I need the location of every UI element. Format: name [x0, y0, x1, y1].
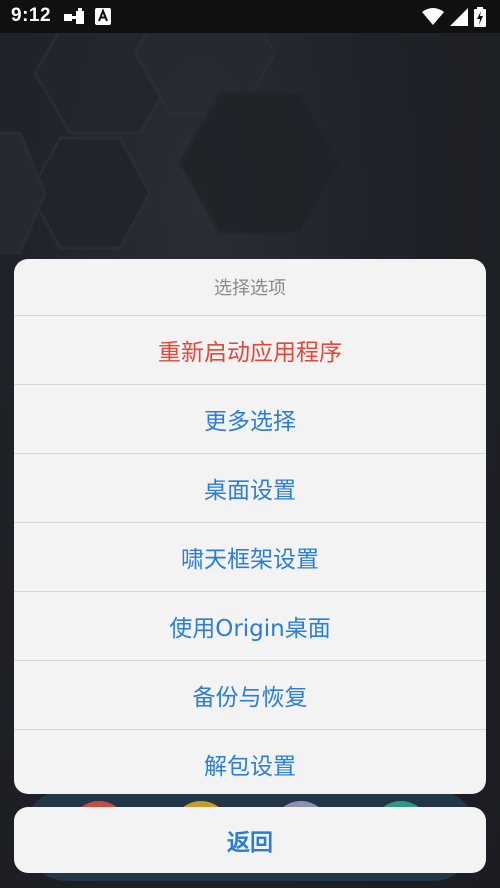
sheet-title: 选择选项: [14, 259, 486, 316]
restart-app-option[interactable]: 重新启动应用程序: [14, 316, 486, 385]
backup-restore-option[interactable]: 备份与恢复: [14, 661, 486, 730]
unpack-settings-option[interactable]: 解包设置: [14, 730, 486, 794]
a-badge-icon: [95, 8, 111, 29]
status-bar: 9:12: [0, 0, 500, 33]
cellular-signal-icon: [450, 8, 468, 30]
status-time: 9:12: [11, 5, 52, 26]
options-action-sheet: 选择选项 重新启动应用程序 更多选择 桌面设置 啸天框架设置 使用Origin桌…: [14, 259, 486, 794]
usb-debug-icon: [64, 8, 84, 30]
battery-charging-icon: [474, 7, 486, 31]
more-options-option[interactable]: 更多选择: [14, 385, 486, 454]
xiaotian-framework-settings-option[interactable]: 啸天框架设置: [14, 523, 486, 592]
use-origin-desktop-option[interactable]: 使用Origin桌面: [14, 592, 486, 661]
desktop-settings-option[interactable]: 桌面设置: [14, 454, 486, 523]
back-button[interactable]: 返回: [14, 807, 486, 873]
wifi-icon: [422, 8, 444, 30]
